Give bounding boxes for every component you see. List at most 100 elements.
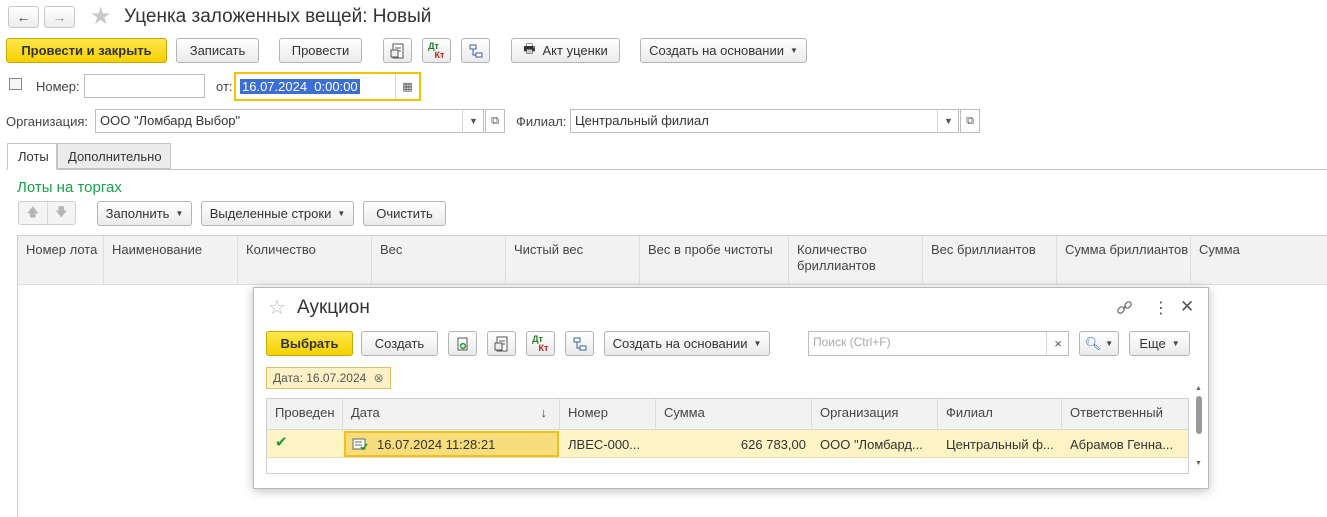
sum-cell: 626 783,00 <box>740 437 806 452</box>
tab-lots[interactable]: Лоты <box>7 143 57 170</box>
organization-field[interactable]: ООО "Ломбард Выбор" <box>95 109 484 133</box>
search-icon: 🔍︎ <box>1084 335 1102 351</box>
tabs-baseline <box>6 169 1327 170</box>
create-based-on-label: Создать на основании <box>649 43 784 58</box>
branch-open-icon[interactable]: ⧉ <box>960 109 980 133</box>
report-doc-button[interactable] <box>383 38 412 63</box>
filter-remove-icon[interactable]: ⊗ <box>374 371 384 385</box>
more-vertical-icon[interactable]: ⋮ <box>1153 298 1169 318</box>
col-responsible[interactable]: Ответственный <box>1062 399 1188 429</box>
col-diamond-count[interactable]: Количество бриллиантов <box>789 236 923 284</box>
more-label: Еще <box>1139 336 1166 351</box>
date-field[interactable]: 16.07.2024 0:00:00 ▦ <box>234 72 421 101</box>
structure-button[interactable] <box>461 38 490 63</box>
move-up-down-group[interactable]: 🡅 🡇 <box>18 201 76 225</box>
date-value: 16.07.2024 0:00:00 <box>240 79 360 94</box>
responsible-cell: Абрамов Генна... <box>1070 437 1174 452</box>
scroll-down-icon[interactable]: ▼ <box>1195 460 1202 467</box>
document-posted-icon <box>352 438 368 451</box>
branch-field[interactable]: Центральный филиал <box>570 109 959 133</box>
col-diamond-weight[interactable]: Вес бриллиантов <box>923 236 1057 284</box>
organization-value: ООО "Ломбард Выбор" <box>100 113 241 128</box>
search-clear-icon[interactable]: × <box>1046 332 1069 355</box>
vertical-scrollbar[interactable]: ▲ ▼ <box>1194 385 1204 475</box>
col-purity-weight[interactable]: Вес в пробе чистоты <box>640 236 789 284</box>
col-weight[interactable]: Вес <box>372 236 506 284</box>
popup-create-button[interactable]: Создать <box>361 331 438 356</box>
col-organization[interactable]: Организация <box>812 399 938 429</box>
copy-button[interactable] <box>448 331 477 356</box>
organization-dropdown-icon[interactable]: ▼ <box>462 109 484 133</box>
calendar-icon[interactable]: ▦ <box>395 74 419 99</box>
col-lot-number[interactable]: Номер лота <box>18 236 104 284</box>
table-row[interactable]: ✔ 16.07.2024 11:28:21 ЛВЕС-000... 626 78… <box>267 430 1188 458</box>
link-icon[interactable] <box>1116 299 1133 316</box>
col-popup-sum[interactable]: Сумма <box>656 399 812 429</box>
popup-report-button[interactable] <box>487 331 516 356</box>
favorite-star-icon[interactable]: ★ <box>90 2 112 31</box>
date-filter-tag[interactable]: Дата: 16.07.2024 ⊗ <box>266 367 391 389</box>
col-quantity[interactable]: Количество <box>238 236 372 284</box>
select-button[interactable]: Выбрать <box>266 331 353 356</box>
col-sum[interactable]: Сумма <box>1191 236 1327 284</box>
sort-down-icon: ↓ <box>540 405 548 420</box>
clear-button[interactable]: Очистить <box>363 201 446 226</box>
number-field[interactable] <box>84 74 205 98</box>
more-button[interactable]: Еще ▼ <box>1129 331 1190 356</box>
dt-kt-button[interactable]: Дт Кт <box>422 38 451 63</box>
window-title: Уценка заложенных вещей: Новый <box>124 6 432 27</box>
popup-create-based-on-label: Создать на основании <box>612 336 748 351</box>
close-icon[interactable]: ✕ <box>1180 297 1194 317</box>
popup-title: Аукцион <box>297 297 370 318</box>
act-report-button[interactable]: 🖶 Акт уценки <box>511 38 620 63</box>
branch-label: Филиал: <box>516 114 567 129</box>
col-name[interactable]: Наименование <box>104 236 238 284</box>
arrow-down-icon[interactable]: 🡇 <box>48 202 76 224</box>
chevron-down-icon: ▼ <box>175 209 184 218</box>
scroll-thumb[interactable] <box>1196 396 1202 434</box>
date-cell[interactable]: 16.07.2024 11:28:21 <box>344 431 559 457</box>
search-input[interactable]: Поиск (Ctrl+F) <box>808 331 1069 356</box>
col-number[interactable]: Номер <box>560 399 656 429</box>
hierarchy-icon <box>573 337 586 350</box>
kt-label: Кт <box>434 49 445 60</box>
col-branch[interactable]: Филиал <box>938 399 1062 429</box>
document-status-icon <box>9 78 22 90</box>
popup-star-icon[interactable]: ☆ <box>268 295 286 320</box>
popup-structure-button[interactable] <box>565 331 594 356</box>
kt-label: Кт <box>538 342 549 353</box>
number-label: Номер: <box>36 79 80 94</box>
organization-cell: ООО "Ломбард... <box>820 437 923 452</box>
col-date[interactable]: Дата ↓ <box>343 399 560 429</box>
post-and-close-button[interactable]: Провести и закрыть <box>6 38 167 63</box>
save-button[interactable]: Записать <box>176 38 259 63</box>
fill-button[interactable]: Заполнить ▼ <box>97 201 192 226</box>
fill-label: Заполнить <box>105 206 170 221</box>
tab-additional[interactable]: Дополнительно <box>57 143 171 169</box>
col-posted[interactable]: Проведен <box>267 399 343 429</box>
document-report-icon <box>494 336 507 351</box>
back-button[interactable]: ← <box>8 6 39 28</box>
search-button[interactable]: 🔍︎ ▼ <box>1079 331 1119 356</box>
branch-dropdown-icon[interactable]: ▼ <box>937 109 959 133</box>
post-button[interactable]: Провести <box>279 38 362 63</box>
arrow-up-icon[interactable]: 🡅 <box>19 202 48 224</box>
auction-popup: ☆ Аукцион ⋮ ✕ Выбрать Создать Дт Кт Созд… <box>253 287 1209 489</box>
chevron-down-icon: ▼ <box>337 209 346 218</box>
selected-rows-button[interactable]: Выделенные строки ▼ <box>201 201 354 226</box>
selected-rows-label: Выделенные строки <box>209 206 332 221</box>
create-based-on-button[interactable]: Создать на основании ▼ <box>640 38 807 63</box>
chevron-down-icon: ▼ <box>753 339 762 348</box>
popup-create-based-on-button[interactable]: Создать на основании ▼ <box>604 331 770 356</box>
printer-icon: 🖶 <box>523 40 536 56</box>
popup-dt-kt-button[interactable]: Дт Кт <box>526 331 555 356</box>
chevron-down-icon: ▼ <box>1171 339 1180 348</box>
forward-button[interactable]: → <box>44 6 75 28</box>
organization-open-icon[interactable]: ⧉ <box>485 109 505 133</box>
scroll-up-icon[interactable]: ▲ <box>1195 385 1202 392</box>
chevron-down-icon: ▼ <box>789 46 798 55</box>
col-diamond-sum[interactable]: Сумма бриллиантов <box>1057 236 1191 284</box>
col-net-weight[interactable]: Чистый вес <box>506 236 640 284</box>
number-cell: ЛВЕС-000... <box>568 437 641 452</box>
filter-tag-label: Дата: 16.07.2024 <box>273 371 367 385</box>
